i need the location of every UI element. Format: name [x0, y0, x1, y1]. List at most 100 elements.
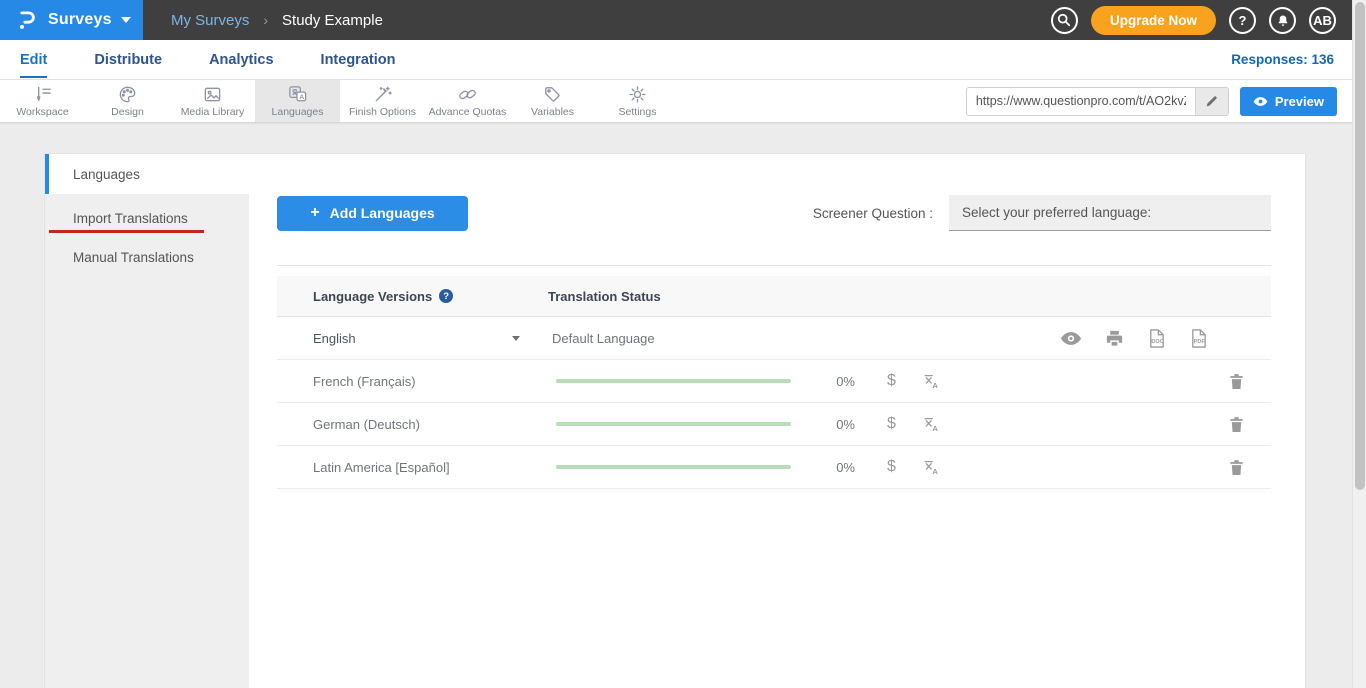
paid-translation-icon[interactable]: $ [887, 372, 896, 390]
sidebar-section: Import Translations Manual Translations [45, 194, 249, 688]
chevron-down-icon [121, 17, 131, 23]
sidebar-item-label: Manual Translations [73, 250, 194, 265]
toolbar-item-media-library[interactable]: Media Library [170, 80, 255, 122]
column-language-versions: Language Versions ? [277, 289, 548, 304]
pencil-icon [1205, 95, 1218, 108]
search-button[interactable] [1051, 7, 1078, 34]
delete-language-button[interactable] [1229, 459, 1271, 476]
pdf-file-icon: PDF [1189, 328, 1208, 349]
svg-text:A: A [932, 467, 938, 476]
column-translation-status: Translation Status [548, 289, 661, 304]
svg-text:A: A [932, 424, 938, 433]
survey-url-input[interactable] [967, 88, 1195, 115]
translation-progress-bar [556, 379, 791, 383]
table-row-default-language: English Default Language [277, 317, 1271, 360]
eye-icon [1253, 96, 1268, 107]
breadcrumb-current: Study Example [282, 12, 383, 29]
help-question-icon[interactable]: ? [439, 289, 453, 303]
vertical-scrollbar[interactable] [1352, 0, 1366, 688]
languages-card: Languages Import Translations Manual Tra… [44, 153, 1306, 688]
auto-translate-button[interactable]: A [922, 458, 940, 476]
upgrade-now-button[interactable]: Upgrade Now [1091, 6, 1216, 35]
language-status: Default Language [552, 331, 655, 346]
toolbar-item-design[interactable]: Design [85, 80, 170, 122]
translate-icon: A [922, 458, 940, 476]
tab-analytics[interactable]: Analytics [209, 42, 273, 78]
delete-language-button[interactable] [1229, 416, 1271, 433]
breadcrumb-separator: › [263, 12, 268, 28]
add-languages-button[interactable]: + Add Languages [277, 196, 468, 231]
sidebar-item-import-translations[interactable]: Import Translations [45, 199, 249, 238]
row-actions: $ A [887, 372, 940, 390]
product-switcher[interactable]: Surveys [0, 0, 143, 40]
toolbar-item-advance-quotas[interactable]: Advance Quotas [425, 80, 510, 122]
toolbar-label: Workspace [16, 106, 68, 118]
table-row-german: German (Deutsch) 0% $ A [277, 403, 1271, 446]
responses-count[interactable]: Responses: 136 [1231, 52, 1334, 67]
survey-nav: Edit Distribute Analytics Integration Re… [0, 40, 1366, 80]
toolbar-label: Settings [619, 106, 657, 118]
svg-text:A: A [932, 381, 938, 390]
toolbar-item-settings[interactable]: Settings [595, 80, 680, 122]
preview-button[interactable]: Preview [1240, 87, 1337, 116]
translation-progress-bar [556, 422, 791, 426]
sidebar-item-languages[interactable]: Languages [45, 154, 249, 194]
tab-integration[interactable]: Integration [321, 42, 396, 78]
default-row-actions: DOC PDF [1060, 328, 1271, 349]
survey-url-group [966, 87, 1229, 116]
view-survey-button[interactable] [1060, 331, 1082, 346]
toolbar-label: Advance Quotas [429, 106, 507, 118]
workspace-icon [32, 84, 53, 105]
sidebar-item-manual-translations[interactable]: Manual Translations [45, 238, 249, 277]
table-header: Language Versions ? Translation Status [277, 276, 1271, 317]
media-library-icon [202, 84, 223, 105]
screener-question-select[interactable]: Select your preferred language: [949, 195, 1271, 231]
finish-options-icon [372, 84, 393, 105]
tab-distribute[interactable]: Distribute [94, 42, 162, 78]
screener-question-group: Screener Question : Select your preferre… [813, 195, 1271, 231]
design-icon [117, 84, 138, 105]
auto-translate-button[interactable]: A [922, 415, 940, 433]
toolbar-item-finish-options[interactable]: Finish Options [340, 80, 425, 122]
avatar[interactable]: AB [1309, 7, 1336, 34]
printer-icon [1105, 329, 1124, 348]
paid-translation-icon[interactable]: $ [887, 458, 896, 476]
product-name: Surveys [48, 11, 112, 29]
row-actions: $ A [887, 458, 940, 476]
toolbar-label: Media Library [181, 106, 245, 118]
toolbar-label: Languages [272, 106, 324, 118]
breadcrumb-my-surveys[interactable]: My Surveys [171, 12, 249, 29]
notifications-button[interactable] [1269, 7, 1296, 34]
auto-translate-button[interactable]: A [922, 372, 940, 390]
print-button[interactable] [1105, 329, 1124, 348]
translate-icon: A [922, 415, 940, 433]
eye-icon [1060, 331, 1082, 346]
toolbar-item-languages[interactable]: A Languages [255, 80, 340, 122]
toolbar-label: Finish Options [349, 106, 416, 118]
language-name: French (Français) [277, 374, 512, 389]
scrollbar-thumb[interactable] [1355, 2, 1365, 490]
add-languages-label: Add Languages [330, 205, 435, 221]
edit-url-button[interactable] [1195, 88, 1228, 115]
export-doc-button[interactable]: DOC [1147, 328, 1166, 349]
avatar-initials: AB [1313, 13, 1332, 28]
settings-icon [627, 84, 648, 105]
trash-icon [1229, 373, 1244, 390]
red-marker-underline [49, 230, 204, 233]
svg-text:DOC: DOC [1151, 338, 1163, 344]
language-name: Latin America [Español] [277, 460, 512, 475]
export-pdf-button[interactable]: PDF [1189, 328, 1208, 349]
breadcrumb: My Surveys › Study Example [171, 12, 383, 29]
chevron-down-icon[interactable] [512, 336, 520, 341]
paid-translation-icon[interactable]: $ [887, 415, 896, 433]
help-button[interactable]: ? [1229, 7, 1256, 34]
toolbar-right: Preview [966, 80, 1366, 122]
toolbar-item-variables[interactable]: Variables [510, 80, 595, 122]
toolbar-item-workspace[interactable]: Workspace [0, 80, 85, 122]
section-divider [277, 265, 1271, 266]
tab-edit[interactable]: Edit [20, 42, 47, 78]
preview-label: Preview [1275, 94, 1324, 109]
sidebar-active-label: Languages [73, 167, 140, 182]
delete-language-button[interactable] [1229, 373, 1271, 390]
trash-icon [1229, 459, 1244, 476]
